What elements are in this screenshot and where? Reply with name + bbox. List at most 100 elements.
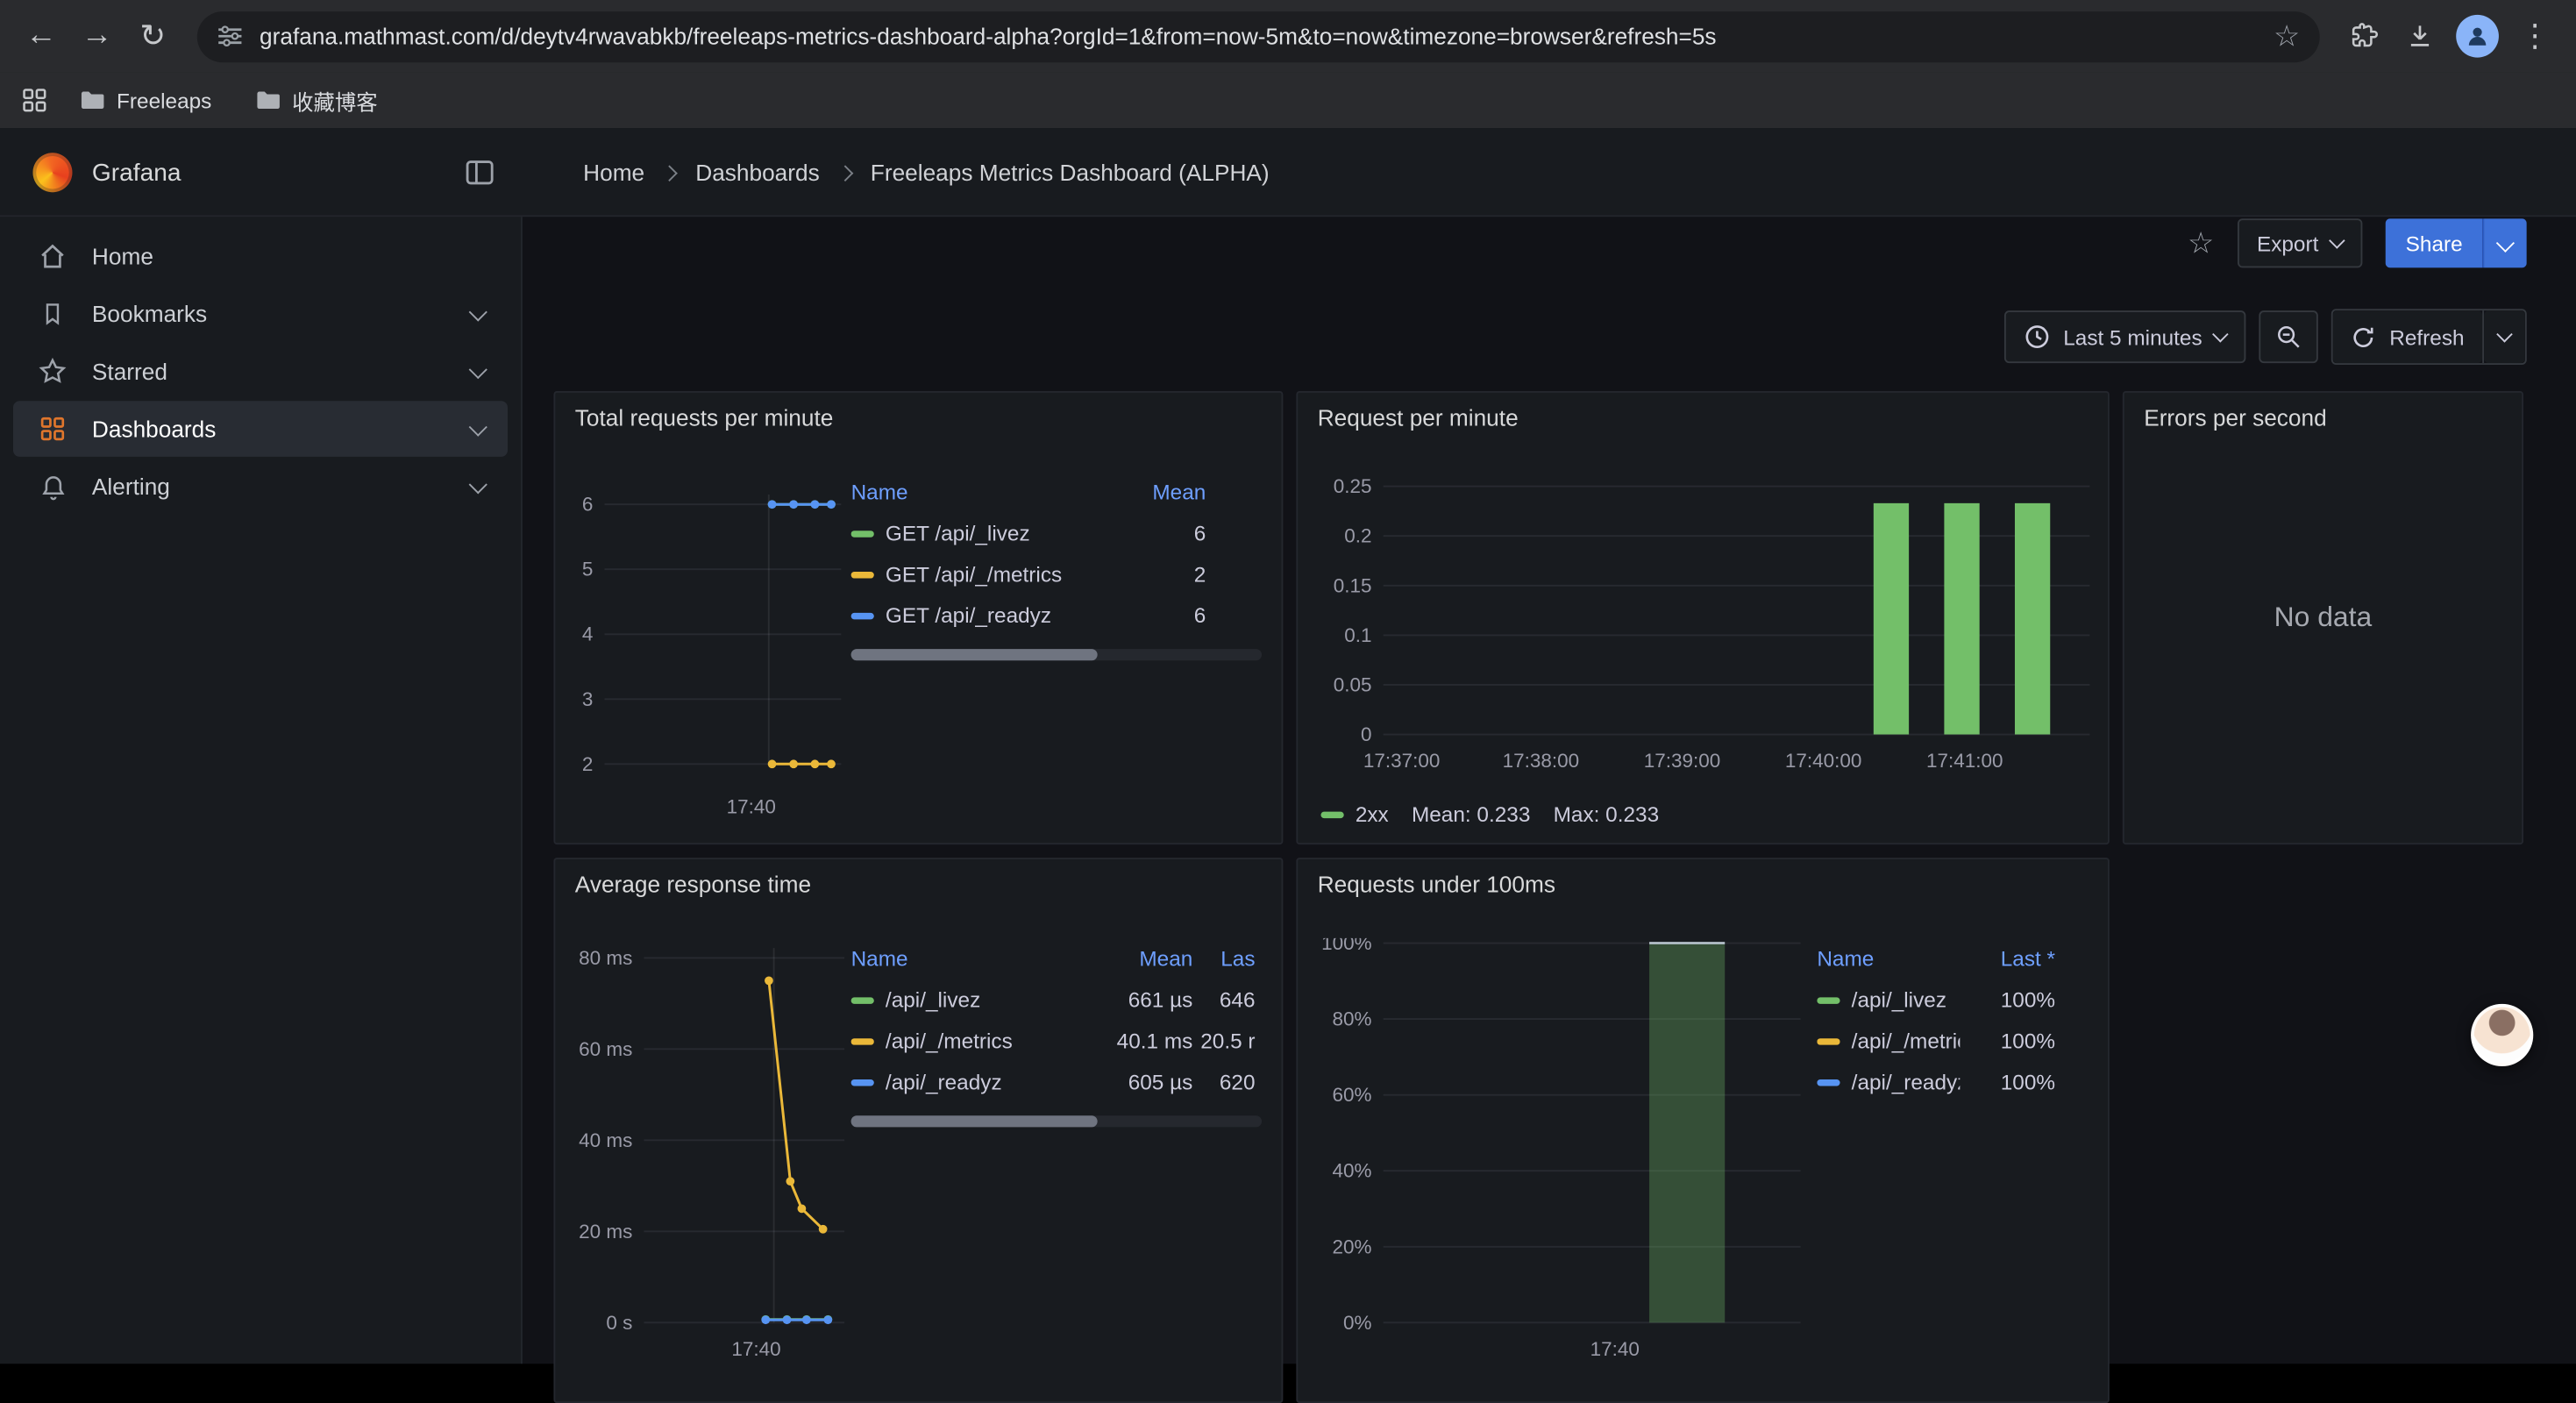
sidebar-item-bookmarks[interactable]: Bookmarks: [13, 286, 508, 342]
chart-request-per-minute: 0.250.20.150.10.05017:37:0017:38:0017:39…: [1307, 475, 2103, 787]
legend-header-name[interactable]: Name: [851, 946, 1094, 971]
breadcrumb: Home Dashboards Freeleaps Metrics Dashbo…: [583, 128, 1270, 217]
export-label: Export: [2257, 231, 2318, 255]
grafana-logo-icon[interactable]: [32, 153, 72, 192]
legend-header-mean[interactable]: Mean: [1127, 480, 1206, 504]
legend-value: 620: [1192, 1070, 1255, 1094]
svg-text:17:40: 17:40: [727, 795, 776, 817]
time-range-picker[interactable]: Last 5 minutes: [2004, 310, 2246, 363]
panel-errors-per-second[interactable]: Errors per second No data: [2123, 391, 2523, 844]
legend-value: 100%: [1960, 1070, 2055, 1094]
bookmark-folder-freeleaps[interactable]: Freeleaps: [66, 82, 224, 118]
refresh-interval-button[interactable]: [2484, 310, 2525, 363]
bookmark-folder-blog[interactable]: 收藏博客: [241, 80, 391, 121]
legend-value: 6: [1127, 521, 1206, 545]
panel-title[interactable]: Average response time: [575, 871, 811, 897]
sidebar-toggle-icon[interactable]: [463, 156, 495, 189]
reload-icon[interactable]: ↻: [125, 8, 181, 64]
svg-text:17:38:00: 17:38:00: [1503, 750, 1579, 772]
panel-title[interactable]: Total requests per minute: [575, 404, 834, 431]
legend-header-las[interactable]: Las: [1192, 946, 1255, 971]
panel-request-per-minute[interactable]: Request per minute 0.250.20.150.10.05017…: [1296, 391, 2109, 844]
zoom-out-icon: [2276, 324, 2302, 350]
forward-icon[interactable]: →: [69, 8, 125, 64]
legend-series-name[interactable]: GET /api/_livez: [851, 521, 1128, 545]
apps-grid-icon[interactable]: [19, 85, 49, 115]
breadcrumb-dashboards[interactable]: Dashboards: [695, 160, 819, 186]
legend-scrollbar[interactable]: [851, 649, 1262, 660]
legend-series-name[interactable]: /api/_/metrics: [1817, 1029, 1960, 1053]
extensions-puzzle-icon[interactable]: [2336, 8, 2392, 64]
sidebar-item-starred[interactable]: Starred: [13, 344, 508, 400]
refresh-icon: [2352, 324, 2376, 349]
legend-series-name[interactable]: /api/_livez: [851, 987, 1094, 1012]
sidebar-item-home[interactable]: Home: [13, 228, 508, 284]
share-menu-button[interactable]: [2484, 218, 2527, 267]
svg-text:17:41:00: 17:41:00: [1926, 750, 2003, 772]
share-label: Share: [2406, 231, 2463, 255]
panel-title[interactable]: Request per minute: [1318, 404, 1519, 431]
sidebar-item-label: Dashboards: [92, 416, 216, 442]
svg-text:0.1: 0.1: [1344, 624, 1371, 646]
browser-menu-icon[interactable]: ⋮: [2507, 8, 2563, 64]
legend-header-mean[interactable]: Mean: [1094, 946, 1192, 971]
chevron-down-icon[interactable]: [469, 302, 487, 320]
panel-requests-under-100ms[interactable]: Requests under 100ms 100%80%60%40%20%0%1…: [1296, 858, 2109, 1403]
chevron-right-icon: [662, 164, 679, 181]
url-bar[interactable]: grafana.mathmast.com/d/deytv4rwavabkb/fr…: [197, 11, 2320, 61]
bookmark-star-icon[interactable]: ☆: [2274, 21, 2300, 51]
bar: [1649, 944, 1725, 1323]
legend-header-name[interactable]: Name: [1817, 946, 1960, 971]
svg-text:3: 3: [582, 688, 594, 710]
svg-text:0.25: 0.25: [1334, 475, 1372, 497]
refresh-button[interactable]: Refresh: [2334, 310, 2483, 363]
back-icon[interactable]: ←: [13, 8, 69, 64]
site-settings-icon[interactable]: [217, 23, 243, 49]
legend-series-name[interactable]: /api/_readyz: [1817, 1070, 1960, 1094]
favorite-star-icon[interactable]: ☆: [2188, 228, 2214, 258]
grafana-brand: Grafana: [0, 128, 523, 217]
chevron-down-icon[interactable]: [469, 417, 487, 436]
chevron-down-icon[interactable]: [469, 474, 487, 493]
zoom-out-button[interactable]: [2259, 310, 2318, 363]
svg-text:0 s: 0 s: [606, 1312, 632, 1334]
folder-icon: [254, 87, 281, 113]
legend-series-name[interactable]: /api/_readyz: [851, 1070, 1094, 1094]
legend-series-name[interactable]: GET /api/_readyz: [851, 603, 1128, 628]
svg-text:17:37:00: 17:37:00: [1363, 750, 1440, 772]
sidebar-item-dashboards[interactable]: Dashboards: [13, 401, 508, 457]
scrollbar-thumb[interactable]: [851, 1115, 1098, 1127]
legend-scrollbar[interactable]: [851, 1115, 1262, 1127]
legend-value: 2: [1127, 562, 1206, 587]
svg-text:80 ms: 80 ms: [579, 947, 632, 969]
panel-total-requests[interactable]: Total requests per minute 6543217:40 Nam…: [553, 391, 1283, 844]
home-icon: [36, 241, 68, 271]
legend-series-name[interactable]: GET /api/_/metrics: [851, 562, 1128, 587]
svg-text:5: 5: [582, 559, 594, 580]
share-button[interactable]: Share: [2386, 218, 2482, 267]
legend-series-name[interactable]: /api/_/metrics: [851, 1029, 1094, 1053]
series-color-icon: [851, 612, 874, 618]
floating-avatar[interactable]: [2471, 1004, 2533, 1066]
panel-avg-response-time[interactable]: Average response time 80 ms60 ms40 ms20 …: [553, 858, 1283, 1403]
sidebar-item-alerting[interactable]: Alerting: [13, 459, 508, 515]
panel-legend: NameMeanLas/api/_livez661 µs646/api/_/me…: [851, 938, 1262, 1127]
bookmarks-bar: Freeleaps 收藏博客: [0, 72, 2576, 128]
series-color-icon: [851, 530, 874, 536]
series-color-icon: [851, 571, 874, 577]
panel-title[interactable]: Requests under 100ms: [1318, 871, 1555, 897]
chevron-down-icon[interactable]: [469, 360, 487, 378]
legend-header-last-[interactable]: Last *: [1960, 946, 2055, 971]
chart-requests-under-100ms: 100%80%60%40%20%0%17:40: [1307, 938, 1820, 1365]
download-icon[interactable]: [2392, 8, 2448, 64]
legend-header-name[interactable]: Name: [851, 480, 1128, 504]
scrollbar-thumb[interactable]: [851, 649, 1098, 660]
browser-profile-avatar[interactable]: [2456, 15, 2499, 58]
legend-series-name[interactable]: /api/_livez: [1817, 987, 1960, 1012]
legend-row: /api/_readyz100%: [1817, 1061, 2088, 1102]
legend-row: /api/_/metrics100%: [1817, 1021, 2088, 1062]
svg-text:0.05: 0.05: [1334, 673, 1372, 695]
legend-series-name[interactable]: 2xx: [1320, 801, 1388, 826]
breadcrumb-home[interactable]: Home: [583, 160, 644, 186]
export-button[interactable]: Export: [2237, 218, 2362, 267]
